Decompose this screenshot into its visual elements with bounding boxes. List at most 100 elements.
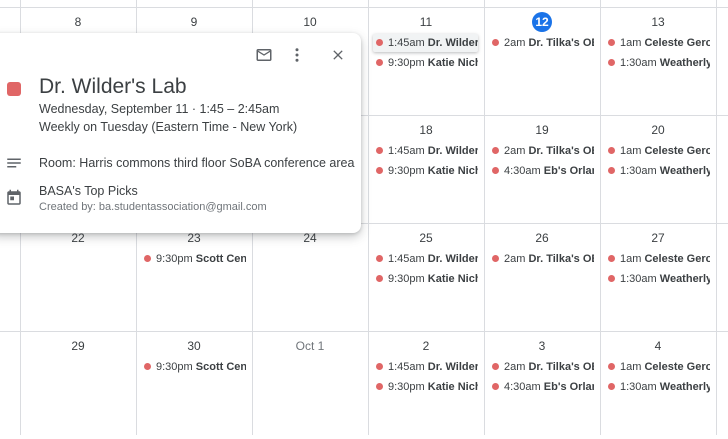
event-title: Katie Nicho xyxy=(427,57,478,69)
day-cell[interactable]: 20 1am Celeste Geront 1:30am Weatherly's xyxy=(600,115,716,223)
day-number[interactable]: 2 xyxy=(368,336,484,356)
event-dot-icon xyxy=(376,58,383,66)
day-cell[interactable]: 27 1am Celeste Geront 1:30am Weatherly's xyxy=(600,223,716,331)
event-chip[interactable]: 1:45am Dr. Wilder's xyxy=(373,142,478,160)
day-number[interactable]: 29 xyxy=(20,336,136,356)
event-dot-icon xyxy=(492,38,499,46)
event-chip[interactable]: 9:30pm Scott Cente xyxy=(141,358,246,376)
event-dot-icon xyxy=(492,362,499,370)
event-chip[interactable]: 1am Celeste Geront xyxy=(605,142,710,160)
event-title: Dr. Wilder's xyxy=(427,37,478,49)
day-cell[interactable]: 239:30pm Scott Cente xyxy=(136,223,252,331)
day-number[interactable]: 13 xyxy=(600,12,716,32)
day-number[interactable]: 10 xyxy=(252,12,368,32)
event-dot-icon xyxy=(492,382,499,390)
event-time: 1am xyxy=(620,145,642,157)
event-time: 2am xyxy=(504,253,526,265)
event-location: Room: Harris commons third floor SoBA co… xyxy=(39,156,355,170)
day-cell[interactable]: 26 2am Dr. Tilka's OBM xyxy=(484,223,600,331)
event-time: 1:30am xyxy=(620,165,657,177)
email-guests-button[interactable] xyxy=(252,43,276,67)
event-title: Celeste Geront xyxy=(644,253,710,265)
day-cell[interactable]: 13 1am Celeste Geront 1:30am Weatherly's xyxy=(600,7,716,115)
event-title: Katie Nicho xyxy=(427,381,478,393)
event-chip[interactable]: 9:30pm Katie Nicho xyxy=(373,270,478,288)
day-number[interactable]: 4 xyxy=(600,336,716,356)
event-dot-icon xyxy=(608,146,615,154)
day-cell[interactable]: 19 2am Dr. Tilka's OBM 4:30am Eb's Orland xyxy=(484,115,600,223)
event-chip[interactable]: 9:30pm Katie Nicho xyxy=(373,378,478,396)
event-title: Scott Cente xyxy=(195,253,246,265)
event-title: Katie Nicho xyxy=(427,165,478,177)
day-cell[interactable]: 30 9:30pm Scott Cente xyxy=(136,331,252,439)
day-cell[interactable]: 22 xyxy=(20,223,136,331)
event-chip[interactable]: 1am Celeste Geront xyxy=(605,250,710,268)
event-chip[interactable]: 9:30pm Katie Nicho xyxy=(373,54,478,72)
event-chip[interactable]: 1:30am Weatherly's xyxy=(605,270,710,288)
event-chip[interactable]: 1am Celeste Geront xyxy=(605,34,710,52)
event-chip[interactable]: 1:45am Dr. Wilder's xyxy=(373,358,478,376)
event-chip[interactable]: 1:45am Dr. Wilder's xyxy=(373,34,478,52)
day-cell[interactable]: 25 1:45am Dr. Wilder's 9:30pm Katie Nicho xyxy=(368,223,484,331)
event-chip[interactable]: 1:45am Dr. Wilder's xyxy=(373,250,478,268)
day-number[interactable]: Oct 1 xyxy=(252,336,368,356)
more-options-button[interactable] xyxy=(285,43,309,67)
event-time: 2am xyxy=(504,37,526,49)
day-cell[interactable]: 2 1:45am Dr. Wilder's 9:30pm Katie Nicho xyxy=(368,331,484,439)
event-time: 2am xyxy=(504,361,526,373)
event-title: Eb's Orland xyxy=(543,165,594,177)
day-number[interactable]: 9 xyxy=(136,12,252,32)
day-cell[interactable]: 4 1am Celeste Geront 1:30am Weatherly's xyxy=(600,331,716,439)
day-cell[interactable]: 18 1:45am Dr. Wilder's 9:30pm Katie Nicho xyxy=(368,115,484,223)
event-time: 9:30pm xyxy=(388,273,425,285)
day-number[interactable]: 8 xyxy=(20,12,136,32)
event-dot-icon xyxy=(608,382,615,390)
event-chip[interactable]: 1:30am Weatherly's xyxy=(605,162,710,180)
event-title: Dr. Tilka's OBM xyxy=(528,145,594,157)
day-number[interactable]: 20 xyxy=(600,120,716,140)
event-dot-icon xyxy=(492,146,499,154)
day-number[interactable]: 30 xyxy=(136,336,252,356)
event-time: 1:45am xyxy=(388,145,425,157)
more-vert-icon xyxy=(295,48,299,62)
day-number[interactable]: 11 xyxy=(368,12,484,32)
event-title: Celeste Geront xyxy=(644,37,710,49)
day-cell[interactable]: Oct 1 xyxy=(252,331,368,439)
day-number[interactable]: 26 xyxy=(484,228,600,248)
day-cell[interactable]: 3 2am Dr. Tilka's OBM 4:30am Eb's Orland xyxy=(484,331,600,439)
event-chip[interactable]: 9:30pm Scott Cente xyxy=(141,250,246,268)
event-time: 1:30am xyxy=(620,273,657,285)
event-chip[interactable]: 2am Dr. Tilka's OBM xyxy=(489,34,594,52)
mail-icon xyxy=(256,49,272,61)
event-chip[interactable]: 1:30am Weatherly's xyxy=(605,54,710,72)
event-date-time: Wednesday, September 11 · 1:45 – 2:45am xyxy=(39,102,280,116)
day-number[interactable]: 19 xyxy=(484,120,600,140)
event-time: 1:30am xyxy=(620,57,657,69)
event-title: Celeste Geront xyxy=(644,145,710,157)
day-number[interactable]: 25 xyxy=(368,228,484,248)
day-cell[interactable]: 12 2am Dr. Tilka's OBM xyxy=(484,7,600,115)
close-button[interactable] xyxy=(326,43,350,67)
event-chip[interactable]: 2am Dr. Tilka's OBM xyxy=(489,250,594,268)
event-chip[interactable]: 1:30am Weatherly's xyxy=(605,378,710,396)
day-number[interactable]: 12 xyxy=(484,12,600,32)
event-time: 9:30pm xyxy=(388,57,425,69)
event-time: 9:30pm xyxy=(156,361,193,373)
today-indicator[interactable]: 12 xyxy=(532,12,552,32)
event-chip[interactable]: 2am Dr. Tilka's OBM xyxy=(489,358,594,376)
event-title: Dr. Tilka's OBM xyxy=(528,361,594,373)
day-number[interactable]: 27 xyxy=(600,228,716,248)
event-time: 1:45am xyxy=(388,361,425,373)
event-title: Dr. Wilder's xyxy=(427,253,478,265)
day-cell[interactable]: 24 xyxy=(252,223,368,331)
day-number[interactable]: 18 xyxy=(368,120,484,140)
event-chip[interactable]: 9:30pm Katie Nicho xyxy=(373,162,478,180)
event-chip[interactable]: 4:30am Eb's Orland xyxy=(489,162,594,180)
day-cell[interactable]: 11 1:45am Dr. Wilder's 9:30pm Katie Nicho xyxy=(368,7,484,115)
event-dot-icon xyxy=(376,274,383,282)
event-chip[interactable]: 4:30am Eb's Orland xyxy=(489,378,594,396)
event-chip[interactable]: 1am Celeste Geront xyxy=(605,358,710,376)
event-chip[interactable]: 2am Dr. Tilka's OBM xyxy=(489,142,594,160)
day-number[interactable]: 3 xyxy=(484,336,600,356)
day-cell[interactable]: 29 xyxy=(20,331,136,439)
